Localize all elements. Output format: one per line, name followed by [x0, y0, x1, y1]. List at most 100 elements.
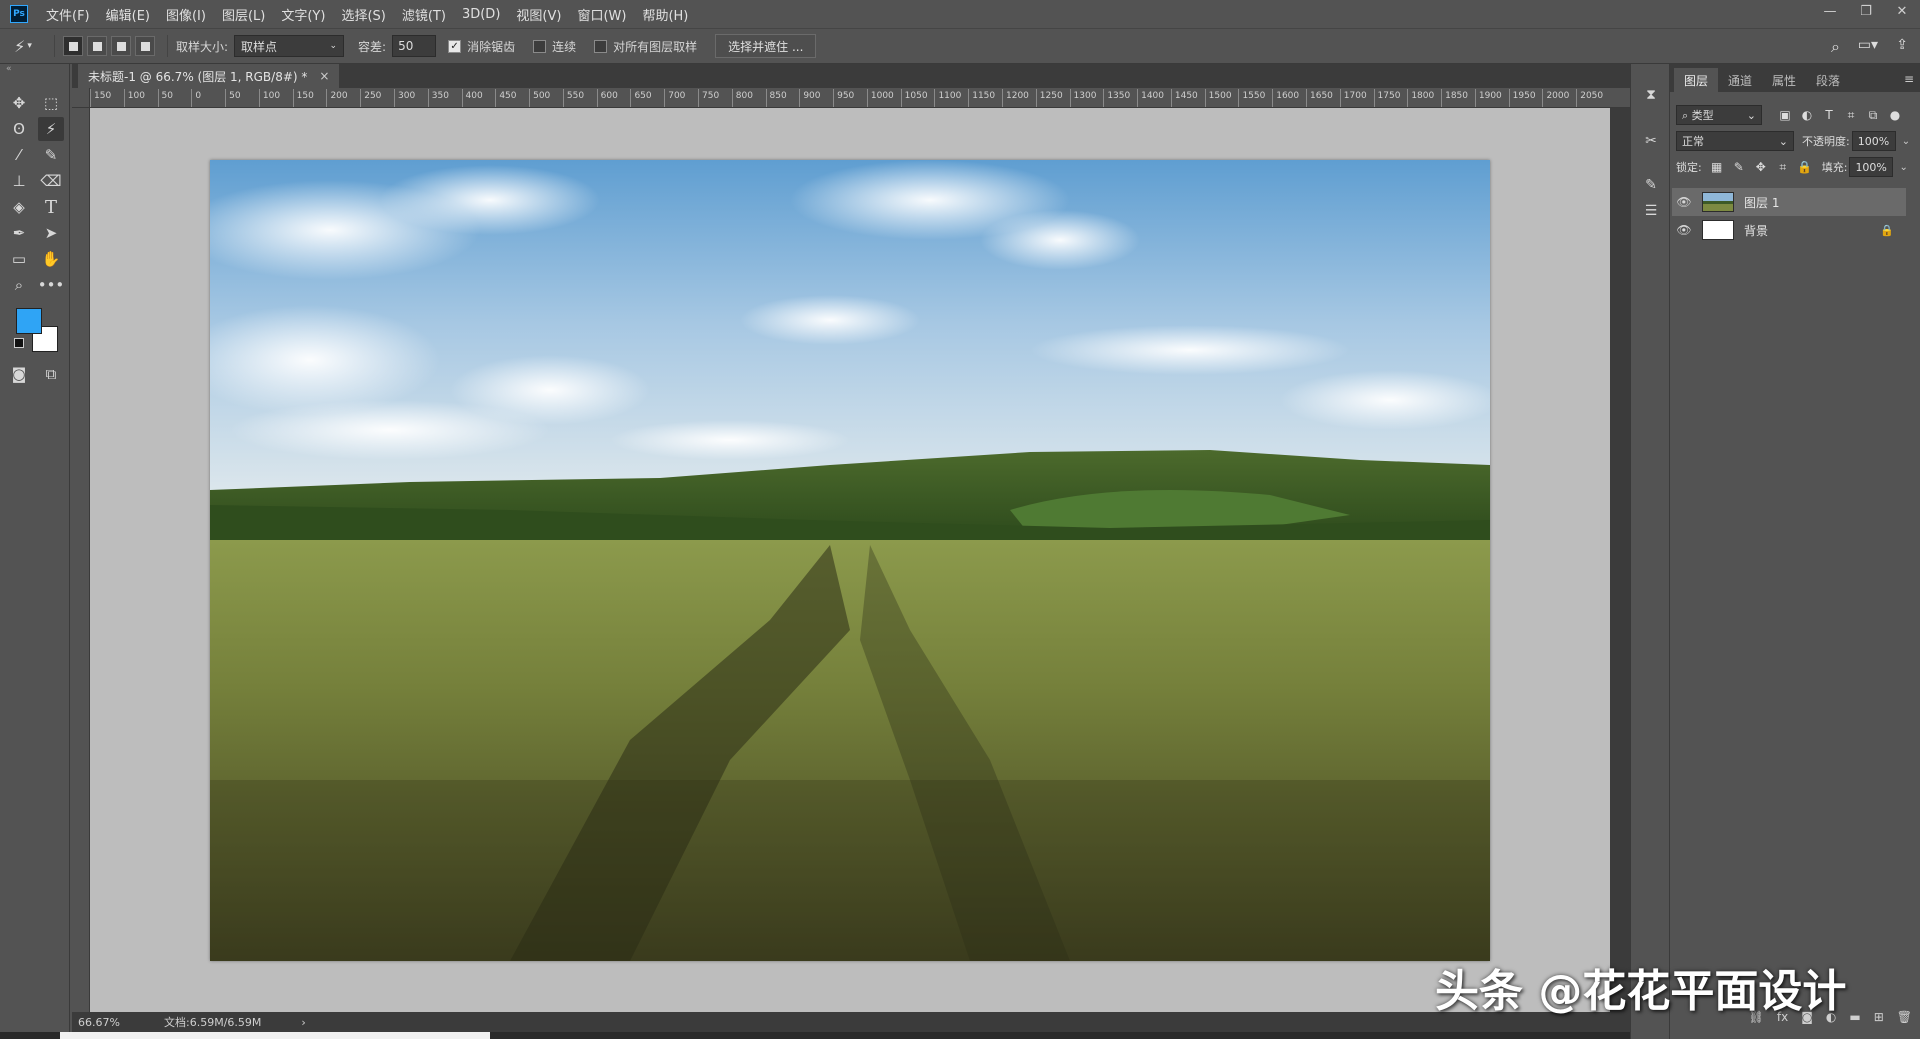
tools-preset-icon[interactable]: ✂ — [1639, 130, 1663, 152]
close-tab-icon[interactable]: × — [319, 69, 329, 83]
subtract-selection-mode-button[interactable] — [111, 36, 131, 56]
filter-shape-icon[interactable]: ⌗ — [1840, 108, 1862, 123]
rectangle-tool-icon[interactable]: ▭ — [6, 247, 32, 271]
foreground-color-swatch[interactable] — [16, 308, 42, 334]
minimize-button[interactable]: — — [1812, 0, 1848, 22]
type-tool-icon[interactable]: T — [38, 195, 64, 219]
document-tab-title: 未标题-1 @ 66.7% (图层 1, RGB/8#) * — [88, 69, 308, 84]
select-and-mask-button[interactable]: 选择并遮住 ... — [715, 34, 817, 58]
filter-pixel-icon[interactable]: ▣ — [1774, 108, 1796, 122]
ruler-tick-mark — [427, 89, 429, 107]
menu-view[interactable]: 视图(V) — [516, 5, 561, 24]
antialias-label: 消除锯齿 — [467, 39, 516, 54]
new-selection-mode-button[interactable] — [63, 36, 83, 56]
panel-menu-icon[interactable]: ≡ — [1904, 72, 1914, 86]
lock-all-icon[interactable]: 🔒 — [1794, 160, 1816, 174]
lasso-tool-icon[interactable]: ʘ — [6, 117, 32, 141]
chevron-down-icon[interactable]: ⌄ — [1902, 136, 1910, 147]
menu-3d[interactable]: 3D(D) — [462, 7, 500, 22]
magic-wand-preset-icon[interactable]: ⚡ ▾ — [0, 28, 46, 64]
menu-filter[interactable]: 滤镜(T) — [402, 5, 446, 24]
magic-wand-tool-icon[interactable]: ⚡ — [38, 117, 64, 141]
share-icon[interactable]: ⇪ — [1896, 37, 1908, 53]
blend-mode-select[interactable]: 正常 ⌄ — [1676, 131, 1794, 151]
lock-position-icon[interactable]: ✥ — [1750, 160, 1772, 174]
ruler-tick-mark — [731, 89, 733, 107]
workspace-icon[interactable]: ▭▾ — [1858, 37, 1878, 53]
tab-paragraph[interactable]: 段落 — [1806, 68, 1850, 92]
brush-settings-icon[interactable]: ✎ — [1639, 174, 1663, 196]
menu-type[interactable]: 文字(Y) — [281, 5, 325, 24]
filter-type-icon[interactable]: T — [1818, 108, 1840, 122]
layer-row-background[interactable]: 👁 背景 🔒 — [1672, 216, 1906, 244]
sample-size-select[interactable]: 取样点 ⌄ — [234, 35, 345, 57]
filter-smart-object-icon[interactable]: ⧉ — [1862, 108, 1884, 123]
ruler-tick-label: 1200 — [1006, 91, 1029, 101]
menu-help[interactable]: 帮助(H) — [642, 5, 688, 24]
eyedropper-tool-icon[interactable]: ⁄ — [6, 143, 32, 167]
history-panel-icon[interactable]: ⧗ — [1639, 84, 1663, 106]
filter-adjustment-icon[interactable]: ◐ — [1796, 108, 1818, 122]
opacity-input[interactable]: 100% — [1851, 131, 1896, 151]
lock-pixels-icon[interactable]: ✎ — [1728, 160, 1750, 174]
document-canvas-image[interactable] — [210, 160, 1490, 961]
lock-artboard-icon[interactable]: ⌗ — [1772, 160, 1794, 175]
chevron-down-icon: ⌄ — [1746, 108, 1756, 122]
antialias-checkbox[interactable]: ✓ — [448, 39, 462, 53]
layer-filter-select[interactable]: ⌕ 类型 ⌄ — [1676, 105, 1762, 125]
visibility-eye-icon[interactable]: 👁 — [1672, 223, 1696, 237]
vertical-scrollbar[interactable] — [1610, 108, 1630, 1012]
intersect-selection-mode-button[interactable] — [135, 36, 155, 56]
ruler-tick-label: 1450 — [1174, 91, 1198, 101]
trash-icon[interactable]: 🗑 — [1897, 1010, 1912, 1024]
contiguous-checkbox[interactable] — [533, 39, 547, 53]
path-selection-tool-icon[interactable]: ➤ — [38, 221, 64, 245]
search-icon[interactable]: ⌕ — [1831, 37, 1840, 57]
add-selection-mode-button[interactable] — [87, 36, 107, 56]
lock-transparent-icon[interactable]: ▦ — [1706, 160, 1728, 174]
eraser-tool-icon[interactable]: ⌫ — [38, 169, 64, 193]
menu-layer[interactable]: 图层(L) — [222, 5, 265, 24]
menu-select[interactable]: 选择(S) — [341, 5, 385, 24]
ruler-tick-label: 350 — [431, 91, 449, 101]
tab-channels[interactable]: 通道 — [1718, 68, 1762, 92]
layer-row-layer1[interactable]: 👁 图层 1 — [1672, 188, 1906, 216]
move-tool-icon[interactable]: ✥ — [6, 91, 32, 115]
chevron-down-icon[interactable]: ⌄ — [1899, 162, 1907, 173]
brush-tool-icon[interactable]: ✎ — [38, 143, 64, 167]
layer-name[interactable]: 背景 — [1744, 222, 1880, 239]
tab-properties[interactable]: 属性 — [1762, 68, 1806, 92]
filter-toggle-icon[interactable]: ● — [1884, 108, 1906, 122]
stamp-tool-icon[interactable]: ⊥ — [6, 169, 32, 193]
tolerance-input[interactable]: 50 — [392, 35, 437, 57]
document-tab[interactable]: 未标题-1 @ 66.7% (图层 1, RGB/8#) * × — [78, 64, 340, 88]
collapse-panel-icon[interactable]: « — [6, 64, 12, 74]
menu-image[interactable]: 图像(I) — [166, 5, 206, 24]
more-tools-icon[interactable]: ••• — [38, 273, 65, 297]
paint-bucket-tool-icon[interactable]: ◈ — [6, 195, 32, 219]
menu-window[interactable]: 窗口(W) — [577, 5, 626, 24]
hand-tool-icon[interactable]: ✋ — [38, 247, 64, 271]
close-window-button[interactable]: ✕ — [1884, 0, 1920, 22]
status-menu-arrow[interactable]: › — [301, 1016, 305, 1029]
screen-mode-icon[interactable]: ⧉ — [38, 362, 64, 386]
restore-button[interactable]: ❐ — [1848, 0, 1884, 22]
group-folder-icon[interactable]: ▬ — [1849, 1010, 1860, 1024]
tab-layers[interactable]: 图层 — [1674, 68, 1719, 92]
marquee-tool-icon[interactable]: ⬚ — [38, 91, 64, 115]
adjustments-panel-icon[interactable]: ☰ — [1639, 200, 1663, 222]
menu-file[interactable]: 文件(F) — [46, 5, 90, 24]
ruler-tick-mark — [529, 89, 531, 107]
menu-edit[interactable]: 编辑(E) — [106, 5, 150, 24]
quick-mask-icon[interactable]: ◙ — [6, 362, 32, 386]
pen-tool-icon[interactable]: ✒ — [6, 221, 32, 245]
visibility-eye-icon[interactable]: 👁 — [1672, 195, 1696, 209]
default-colors-icon[interactable] — [14, 338, 24, 348]
zoom-level[interactable]: 66.67% — [78, 1016, 148, 1029]
zoom-tool-icon[interactable]: ⌕ — [6, 273, 32, 297]
sample-all-layers-checkbox[interactable] — [594, 39, 608, 53]
layer-name[interactable]: 图层 1 — [1744, 194, 1906, 211]
new-layer-icon[interactable]: ⊞ — [1874, 1010, 1884, 1024]
fill-input[interactable]: 100% — [1849, 157, 1894, 177]
ruler-tick-mark — [461, 89, 463, 107]
